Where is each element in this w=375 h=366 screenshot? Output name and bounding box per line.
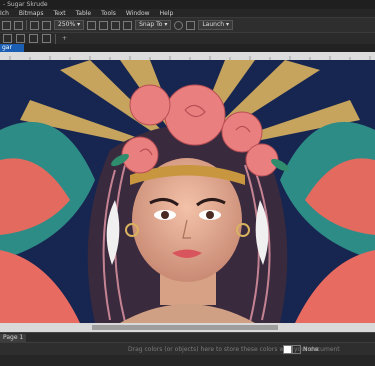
full-screen-icon[interactable] xyxy=(87,20,97,30)
standard-toolbar: 250% ▾ Snap To ▾ Launch ▾ xyxy=(0,17,375,32)
grid-icon[interactable] xyxy=(111,20,121,30)
fill-color-swatch[interactable] xyxy=(283,345,292,354)
page-tab-label: Page 1 xyxy=(3,334,24,341)
status-bar: Drag colors (or objects) here to store t… xyxy=(0,342,375,355)
document-tabs: gar xyxy=(0,44,375,52)
bottom-strip xyxy=(0,355,375,366)
zoom-dropdown[interactable]: 250% ▾ xyxy=(54,20,85,30)
horizontal-scrollbar[interactable] xyxy=(0,323,375,332)
options-gear-icon[interactable] xyxy=(174,20,184,30)
horizontal-ruler[interactable] xyxy=(0,52,375,60)
property-bar: + xyxy=(0,32,375,44)
guidelines-icon[interactable] xyxy=(123,20,133,30)
rulers-icon[interactable] xyxy=(99,20,109,30)
drawing-canvas[interactable] xyxy=(0,60,375,323)
menu-item-window[interactable]: Window xyxy=(126,10,150,17)
snap-to-label: Snap To xyxy=(139,21,163,28)
menu-item-tools[interactable]: Tools xyxy=(101,10,116,17)
page-navigator: Page 1 xyxy=(0,332,375,342)
menu-item-ich[interactable]: Ich xyxy=(0,10,9,17)
menu-item-text[interactable]: Text xyxy=(53,10,65,17)
redo-icon[interactable] xyxy=(14,20,23,30)
lock-icon[interactable] xyxy=(42,34,51,43)
menu-item-table[interactable]: Table xyxy=(76,10,92,17)
transform-icon[interactable] xyxy=(29,34,38,43)
page-tab[interactable]: Page 1 xyxy=(0,334,27,342)
scrollbar-thumb[interactable] xyxy=(92,325,278,330)
document-tab[interactable]: gar xyxy=(0,44,24,52)
add-icon[interactable]: + xyxy=(60,34,69,43)
ruler-ticks xyxy=(9,56,371,60)
outline-label: None xyxy=(303,346,319,353)
pick-tool-icon[interactable] xyxy=(3,34,12,43)
align-icon[interactable] xyxy=(16,34,25,43)
snap-to-dropdown[interactable]: Snap To ▾ xyxy=(135,20,172,30)
import-icon[interactable] xyxy=(30,20,39,30)
outline-color-swatch[interactable] xyxy=(292,345,301,354)
launch-label: Launch xyxy=(202,21,225,28)
app-launcher-icon[interactable] xyxy=(186,20,196,30)
menu-item-help[interactable]: Help xyxy=(160,10,174,17)
undo-icon[interactable] xyxy=(2,20,11,30)
sugar-skull-artwork xyxy=(0,60,375,323)
export-icon[interactable] xyxy=(42,20,51,30)
document-tab-label: gar xyxy=(2,44,12,51)
title-bar: - Sugar Skrude xyxy=(0,0,375,9)
menu-bar: Ich Bitmaps Text Table Tools Window Help xyxy=(0,9,375,17)
launch-dropdown[interactable]: Launch ▾ xyxy=(198,20,233,30)
toolbar-separator xyxy=(55,33,56,44)
zoom-value: 250% xyxy=(58,21,76,28)
menu-item-bitmaps[interactable]: Bitmaps xyxy=(19,10,44,17)
toolbar-separator xyxy=(26,20,27,30)
window-title: - Sugar Skrude xyxy=(3,1,48,8)
